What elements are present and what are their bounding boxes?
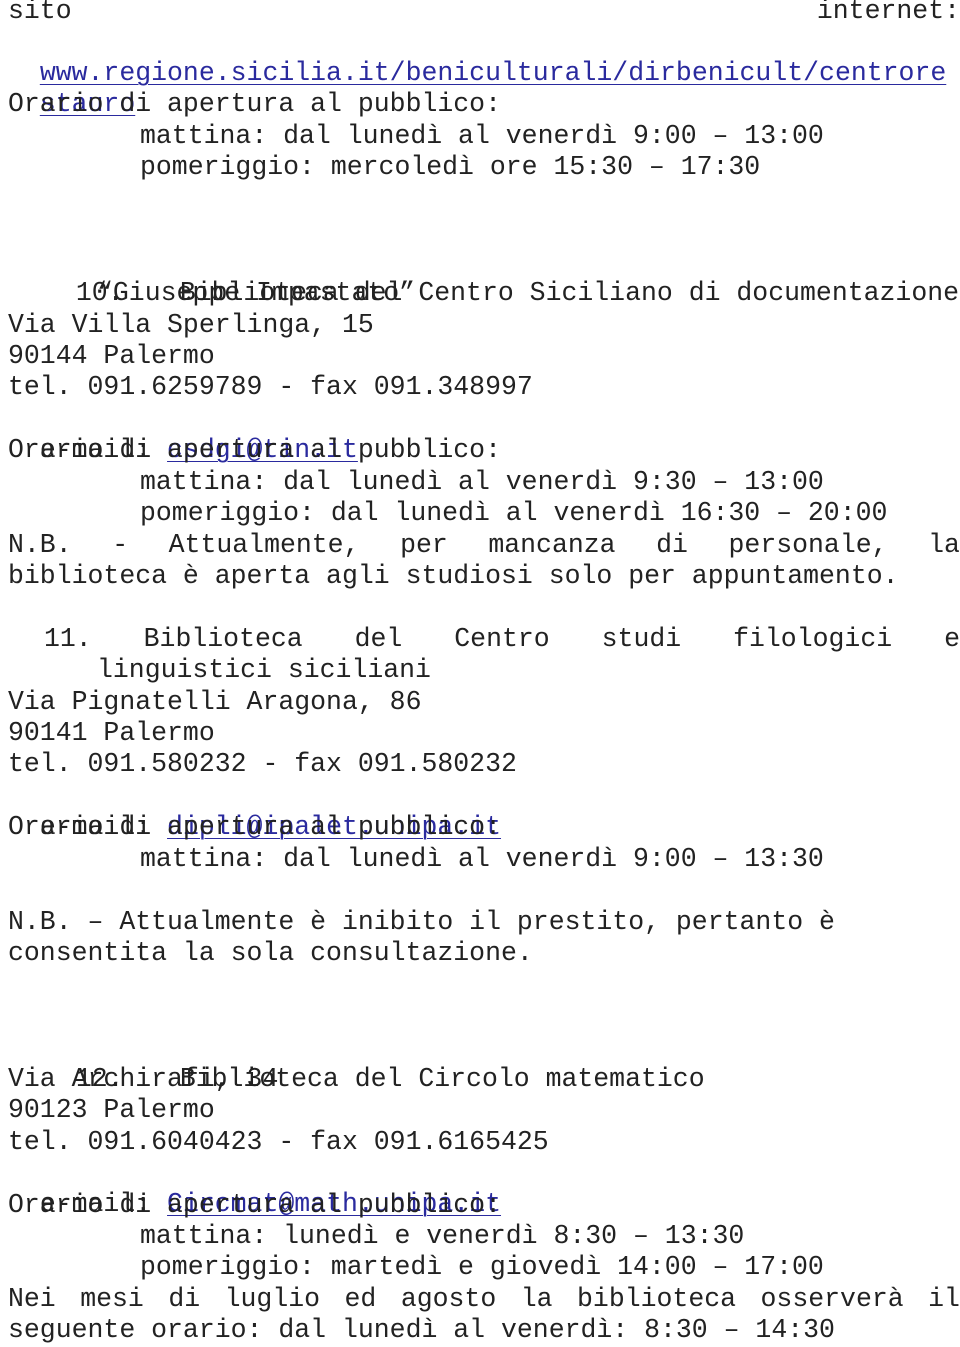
entry-12-city: 90123 Palermo xyxy=(8,1095,215,1125)
intro-hours-heading: Orario di apertura al pubblico: xyxy=(8,89,501,119)
entry-11-email-line: e-mail: dipli@ipalet.unipa.it xyxy=(8,781,960,842)
entry-10-phone: tel. 091.6259789 - fax 091.348997 xyxy=(8,372,533,402)
entry-10-city: 90144 Palermo xyxy=(8,341,215,371)
summer-word: di xyxy=(168,1284,201,1314)
note-word: per xyxy=(400,530,448,560)
entry-12-hours-afternoon: pomeriggio: martedì e giovedì 14:00 – 17… xyxy=(140,1252,824,1282)
entry-11-number: 11. xyxy=(44,624,92,654)
note-word: la xyxy=(928,530,960,560)
entry-12-hours-morning: mattina: lunedì e venerdì 8:30 – 13:30 xyxy=(140,1221,745,1251)
entry-10-title-line2: “Giuseppe Impastato” xyxy=(97,278,416,308)
entry-11-note-line2: consentita la sola consultazione. xyxy=(8,938,533,968)
title-word: e xyxy=(944,624,960,654)
title-word: filologici xyxy=(733,624,893,654)
site-url-line2: stauro xyxy=(8,58,960,119)
summer-word: mesi xyxy=(80,1284,144,1314)
summer-word: ed xyxy=(344,1284,377,1314)
site-label-line: sito internet: xyxy=(8,0,960,27)
title-word: studi xyxy=(601,624,682,654)
title-word: Biblioteca xyxy=(143,624,303,654)
summer-word: biblioteca xyxy=(577,1284,737,1314)
note-word: di xyxy=(656,530,688,560)
entry-10-hours-heading: Orario di apertura al pubblico: xyxy=(8,435,501,465)
summer-word: agosto xyxy=(400,1284,497,1314)
summer-word: osserverà xyxy=(760,1284,904,1314)
entry-12-summer-line1: Nei mesi di luglio ed agosto la bibliote… xyxy=(8,1284,960,1315)
entry-12-hours-heading: Orario di apertura al pubblico: xyxy=(8,1190,501,1220)
site-label-right: internet: xyxy=(816,0,960,26)
entry-10-address: Via Villa Sperlinga, 15 xyxy=(8,310,374,340)
entry-10-hours-morning: mattina: dal lunedì al venerdì 9:30 – 13… xyxy=(140,467,824,497)
intro-hours-morning: mattina: dal lunedì al venerdì 9:00 – 13… xyxy=(140,121,824,151)
entry-11-title-line1: 11. Biblioteca del Centro studi filologi… xyxy=(44,624,960,655)
entry-10-title-line1: 10. Biblioteca del Centro Siciliano di do… xyxy=(44,247,960,308)
note-word: mancanza xyxy=(488,530,616,560)
note-word: personale, xyxy=(728,530,888,560)
entry-11-address: Via Pignatelli Aragona, 86 xyxy=(8,687,422,717)
entry-11-phone: tel. 091.580232 - fax 091.580232 xyxy=(8,749,517,779)
title-word: Centro xyxy=(454,624,550,654)
summer-word: Nei xyxy=(8,1284,56,1314)
entry-12-email-line: e-mail: Circmat@math.unipa.it xyxy=(8,1158,960,1219)
summer-word: luglio xyxy=(224,1284,321,1314)
site-label-left: sito xyxy=(8,0,72,26)
entry-12-phone: tel. 091.6040423 - fax 091.6165425 xyxy=(8,1127,549,1157)
summer-word: la xyxy=(520,1284,553,1314)
entry-10-email-line: e-mail: csdgi@tin.it xyxy=(8,404,960,465)
entry-11-note-line1: N.B. – Attualmente è inibito il prestito… xyxy=(8,907,835,937)
site-url-line1: www.regione.sicilia.it/beniculturali/dir… xyxy=(8,27,960,88)
entry-12-title-line1: 12. Biblioteca del Circolo matematico xyxy=(44,1033,960,1094)
entry-11-city: 90141 Palermo xyxy=(8,718,215,748)
summer-word: il xyxy=(928,1284,960,1314)
entry-10-hours-afternoon: pomeriggio: dal lunedì al venerdì 16:30 … xyxy=(140,498,888,528)
title-word: del xyxy=(354,624,403,654)
entry-10-note-line1: N.B. - Attualmente, per mancanza di pers… xyxy=(8,530,960,561)
intro-hours-afternoon: pomeriggio: mercoledì ore 15:30 – 17:30 xyxy=(140,152,761,182)
note-word: Attualmente, xyxy=(168,530,360,560)
entry-11-hours-heading: Orario di apertura al pubblico: xyxy=(8,812,501,842)
entry-10-note-line2: biblioteca è aperta agli studiosi solo p… xyxy=(8,561,899,591)
note-word: N.B. xyxy=(8,530,72,560)
entry-12-address: Via Archirafi, 34 xyxy=(8,1064,279,1094)
entry-11-hours-morning: mattina: dal lunedì al venerdì 9:00 – 13… xyxy=(140,844,824,874)
entry-11-title-line2: linguistici siciliani xyxy=(97,655,431,685)
entry-12-summer-line2: seguente orario: dal lunedì al venerdì: … xyxy=(8,1315,835,1345)
note-word: - xyxy=(112,530,129,560)
